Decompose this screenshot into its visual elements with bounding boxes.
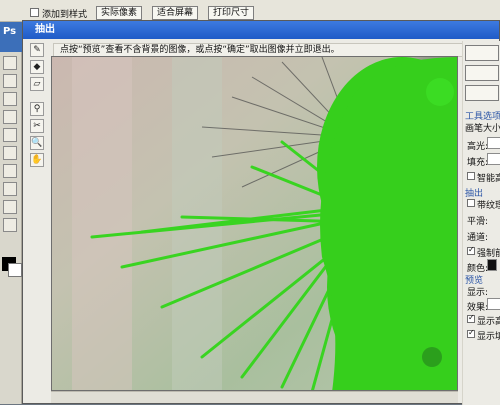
show-highlight-label: 显示高光 — [477, 317, 500, 327]
extract-dialog: 抽出 ✎ ◆ ▱ ⚲ ✂ 🔍 ✋ 点按“预览”查看不含背景的图像，或点按“确定”… — [22, 20, 500, 405]
eraser-tool-icon[interactable] — [3, 164, 17, 178]
crop-tool-icon[interactable] — [3, 92, 17, 106]
print-size-button[interactable]: 打印尺寸 — [208, 6, 254, 20]
force-color-swatch[interactable] — [487, 259, 497, 271]
photoshop-logo: Ps — [0, 22, 22, 52]
actual-pixels-button[interactable]: 实际像素 — [96, 6, 142, 20]
extract-toolbar: ✎ ◆ ▱ ⚲ ✂ 🔍 ✋ — [27, 43, 47, 171]
add-to-history-checkbox[interactable] — [30, 8, 39, 17]
options-bar: 添加到样式 实际像素 适合屏幕 打印尺寸 — [0, 0, 500, 22]
smart-highlight-checkbox[interactable] — [467, 172, 475, 180]
preview-canvas[interactable] — [51, 56, 458, 391]
cleanup-icon[interactable]: ✂ — [30, 119, 44, 133]
gradient-tool-icon[interactable] — [3, 182, 17, 196]
smart-highlight-label: 智能高光 — [477, 174, 500, 184]
force-foreground-checkbox[interactable] — [467, 245, 475, 255]
effect-select[interactable] — [487, 298, 500, 310]
marquee-tool-icon[interactable] — [3, 56, 17, 70]
channel-label: 通道: — [467, 233, 489, 243]
effect-label: 效果: — [467, 303, 489, 313]
fill-color-select[interactable] — [487, 153, 500, 165]
healing-tool-icon[interactable] — [3, 110, 17, 124]
horizontal-scrollbar[interactable] — [51, 391, 458, 403]
fill-label: 填充: — [467, 158, 489, 168]
stamp-tool-icon[interactable] — [3, 146, 17, 160]
smooth-label: 平滑: — [467, 217, 489, 227]
highlight-color-select[interactable] — [487, 137, 500, 149]
main-toolbox — [0, 52, 22, 404]
preview-button[interactable] — [465, 85, 499, 101]
cancel-button[interactable] — [465, 65, 499, 81]
lasso-tool-icon[interactable] — [3, 74, 17, 88]
instruction-text: 点按“预览”查看不含背景的图像，或点按“确定”取出图像并立即退出。 — [53, 43, 473, 57]
show-fill-checkbox[interactable] — [467, 328, 475, 338]
show-fill-label: 显示填充 — [477, 332, 500, 342]
force-foreground-label: 强制前景 — [477, 249, 500, 259]
show-label: 显示: — [467, 288, 489, 298]
dialog-title: 抽出 — [23, 21, 499, 39]
canvas-image — [52, 57, 457, 390]
hand-icon[interactable]: ✋ — [30, 153, 44, 167]
eyedropper-icon[interactable]: ⚲ — [30, 102, 44, 116]
textured-label: 带纹理图 — [477, 201, 500, 211]
options-panel: 工具选项 画笔大小 高光: 填充: 智能高光 抽出 带纹理图 平滑: 通道: 强… — [462, 41, 500, 405]
show-highlight-checkbox[interactable] — [467, 313, 475, 323]
background-color-swatch[interactable] — [8, 263, 22, 277]
fill-icon[interactable]: ◆ — [30, 60, 44, 74]
highlight-label: 高光: — [467, 142, 489, 152]
eraser-icon[interactable]: ▱ — [30, 77, 44, 91]
textured-image-checkbox[interactable] — [467, 199, 475, 207]
brush-tool-icon[interactable] — [3, 128, 17, 142]
zoom-icon[interactable]: 🔍 — [30, 136, 44, 150]
fit-screen-button[interactable]: 适合屏幕 — [152, 6, 198, 20]
dodge-tool-icon[interactable] — [3, 200, 17, 214]
edge-highlighter-icon[interactable]: ✎ — [30, 43, 44, 57]
add-to-history-label: 添加到样式 — [42, 10, 88, 20]
pen-tool-icon[interactable] — [3, 218, 17, 232]
brush-size-label: 画笔大小 — [465, 124, 500, 134]
ok-button[interactable] — [465, 45, 499, 61]
